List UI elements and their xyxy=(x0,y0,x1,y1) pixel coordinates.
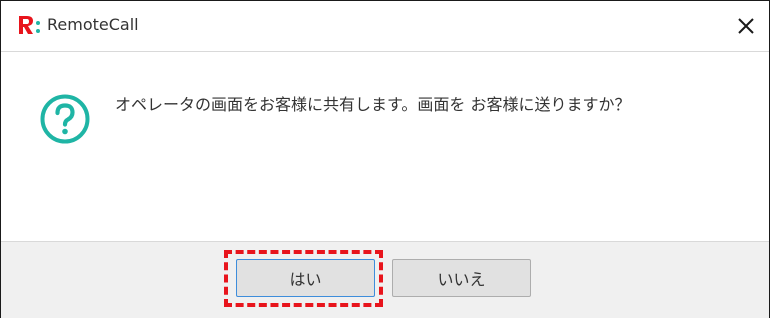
question-icon xyxy=(40,94,90,144)
dialog-message: オペレータの画面をお客様に共有します。画面を お客様に送りますか？ xyxy=(115,95,631,114)
app-title: RemoteCall xyxy=(47,15,139,34)
yes-button[interactable]: はい xyxy=(236,259,375,297)
close-button[interactable] xyxy=(731,11,761,41)
button-bar xyxy=(1,241,769,318)
title-bar: RemoteCall xyxy=(1,1,769,51)
dialog-content: オペレータの画面をお客様に共有します。画面を お客様に送りますか？ xyxy=(1,52,769,241)
close-icon xyxy=(738,18,754,34)
remotecall-logo-icon xyxy=(19,16,40,34)
confirm-dialog: RemoteCall オペレータの画面をお客様に共有します。画面を お客様に送り… xyxy=(0,0,770,318)
no-button[interactable]: いいえ xyxy=(392,259,531,297)
